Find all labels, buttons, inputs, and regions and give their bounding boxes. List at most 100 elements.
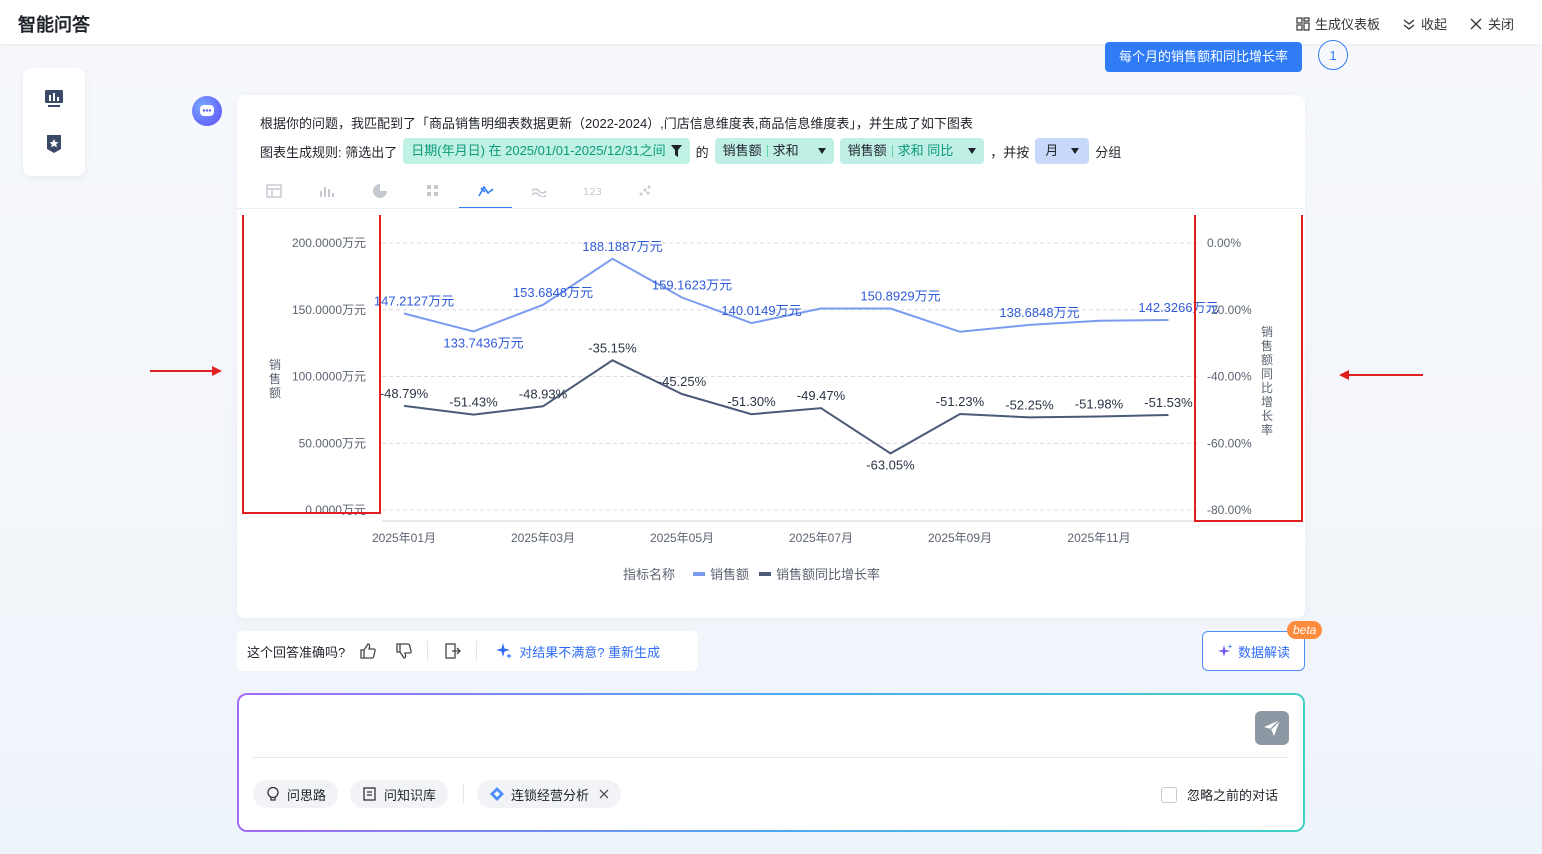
y-right-axis-title-char: 额 <box>1261 353 1273 367</box>
yoy-data-label: -48.93% <box>519 386 568 401</box>
data-interpret-label: 数据解读 <box>1237 644 1290 660</box>
y-left-tick-label: 150.0000万元 <box>292 303 366 317</box>
y-right-axis-title-char: 增 <box>1261 395 1273 409</box>
query-count-badge[interactable]: 1 <box>1318 40 1348 70</box>
y-left-tick-label: 100.0000万元 <box>292 370 366 384</box>
chart-rule-row: 图表生成规则: 筛选出了 日期(年月日) 在 2025/01/01-2025/1… <box>260 138 1121 164</box>
group-value: 月 <box>1045 143 1059 158</box>
y-right-axis-title-char: 比 <box>1261 381 1273 395</box>
group-suffix: 分组 <box>1095 144 1122 160</box>
measure-yoy-chip[interactable]: 销售额 求和 同比 <box>839 138 985 164</box>
answer-intro: 根据你的问题，我匹配到了「商品销售明细表数据更新（2022-2024）,门店信息… <box>260 116 973 131</box>
chain-analysis-label: 连锁经营分析 <box>511 787 590 803</box>
thumbs-up-icon[interactable] <box>359 642 377 660</box>
line-chart-icon <box>477 185 493 197</box>
sales-data-label: 159.1623万元 <box>652 278 732 293</box>
y-left-tick-label: 0.0000万元 <box>305 503 366 517</box>
feedback-question: 这个回答准确吗? <box>247 644 346 660</box>
chevron-down-icon <box>1071 148 1080 154</box>
x-tick-label: 2025年03月 <box>511 531 575 545</box>
tab-table[interactable] <box>247 175 300 207</box>
date-filter-label: 日期(年月日) 在 2025/01/01-2025/12/31之间 <box>411 143 666 158</box>
left-axis-highlight-box <box>242 215 381 514</box>
close-icon[interactable] <box>599 789 609 799</box>
measure-sum-chip[interactable]: 销售额 求和 <box>714 138 834 164</box>
send-icon <box>1264 719 1281 736</box>
close-button[interactable]: 关闭 <box>1469 14 1514 33</box>
area-chart-icon <box>530 188 547 197</box>
measure2-name: 销售额 <box>847 143 887 158</box>
ignore-history-label: 忽略之前的对话 <box>1187 788 1279 803</box>
y-left-tick-label: 200.0000万元 <box>292 236 366 250</box>
chain-analysis-pill[interactable]: 连锁经营分析 <box>477 780 622 808</box>
y-right-axis-title-char: 同 <box>1261 367 1273 381</box>
close-icon <box>1470 18 1482 29</box>
right-axis-highlight-box <box>1194 215 1303 522</box>
y-left-axis-title-char: 额 <box>269 386 281 400</box>
board-icon[interactable] <box>44 88 64 108</box>
legend-label-yoy: 销售额同比增长率 <box>776 567 880 582</box>
x-tick-label: 2025年01月 <box>372 531 436 545</box>
measure1-agg: 求和 <box>772 143 799 158</box>
tab-dot-grid[interactable] <box>406 175 459 207</box>
beta-badge: beta <box>1287 621 1323 639</box>
favorite-star-icon[interactable] <box>44 134 64 154</box>
sales-data-label: 133.7436万元 <box>443 335 523 350</box>
group-prefix: ，并按 <box>990 144 1030 160</box>
tab-area[interactable] <box>512 175 565 207</box>
feedback-divider <box>427 641 429 661</box>
number-card-icon: 123 <box>583 187 601 197</box>
rule-of: 的 <box>695 144 709 160</box>
bot-avatar <box>192 96 222 126</box>
svg-text:123: 123 <box>583 187 601 197</box>
answer-card: 根据你的问题，我匹配到了「商品销售明细表数据更新（2022-2024）,门店信息… <box>237 95 1305 618</box>
generate-dashboard-label: 生成仪表板 <box>1314 17 1380 32</box>
yoy-data-label: -51.53% <box>1144 395 1193 410</box>
generate-dashboard-button[interactable]: 生成仪表板 <box>1296 14 1380 33</box>
group-by-chip[interactable]: 月 <box>1035 138 1090 164</box>
pie-chart-icon <box>372 184 387 198</box>
scatter-icon <box>639 185 650 196</box>
input-divider <box>253 757 1289 758</box>
y-right-axis-title-char: 率 <box>1261 422 1273 437</box>
x-tick-label: 2025年11月 <box>1067 531 1130 545</box>
line-chart: 0.0000万元 50.0000万元 100.0000万元 150.0000万元 200… <box>242 215 1303 582</box>
sales-data-label: 188.1887万元 <box>582 239 662 254</box>
left-annotation-arrow <box>150 366 222 376</box>
sparkle-icon <box>496 643 513 659</box>
y-right-tick-label: -80.00% <box>1207 503 1252 517</box>
rule-prefix: 图表生成规则: 筛选出了 <box>260 144 398 160</box>
tab-scatter[interactable] <box>618 175 671 207</box>
y-right-tick-label: 0.00% <box>1207 236 1241 250</box>
ask-knowledge-label: 问知识库 <box>384 787 437 803</box>
user-query-bubble: 每个月的销售额和同比增长率 <box>1105 42 1303 72</box>
yoy-data-label: -52.25% <box>1005 397 1054 412</box>
tab-number[interactable]: 123 <box>565 175 618 207</box>
ask-approach-pill[interactable]: 问思路 <box>253 780 339 808</box>
yoy-data-label: -51.30% <box>727 394 776 409</box>
tab-line[interactable] <box>459 175 512 209</box>
ignore-history-checkbox[interactable] <box>1161 786 1177 803</box>
regenerate-link[interactable]: 对结果不满意? 重新生成 <box>495 642 660 661</box>
close-label: 关闭 <box>1487 17 1514 32</box>
sparkle-icon <box>1217 644 1233 657</box>
question-input[interactable] <box>253 705 1247 759</box>
regenerate-label: 对结果不满意? 重新生成 <box>519 644 661 660</box>
sales-data-label: 147.2127万元 <box>374 293 454 308</box>
ask-knowledge-pill[interactable]: 问知识库 <box>350 780 449 808</box>
chat-bot-icon <box>200 105 214 116</box>
tab-bar[interactable] <box>300 175 353 207</box>
send-button[interactable] <box>1255 711 1289 745</box>
date-filter-chip[interactable]: 日期(年月日) 在 2025/01/01-2025/12/31之间 <box>403 138 690 164</box>
measure1-name: 销售额 <box>722 143 762 158</box>
legend-title: 指标名称 <box>623 567 675 582</box>
y-left-axis-title-char: 售 <box>269 371 281 386</box>
collapse-button[interactable]: 收起 <box>1402 14 1447 33</box>
y-right-axis-title-char: 长 <box>1261 409 1273 423</box>
yoy-data-label: -35.15% <box>588 340 637 355</box>
thumbs-down-icon[interactable] <box>395 642 413 660</box>
tab-pie[interactable] <box>353 175 406 207</box>
export-icon[interactable] <box>444 642 462 660</box>
yoy-data-label: -51.98% <box>1075 396 1124 411</box>
sales-data-label: 150.8929万元 <box>860 289 940 304</box>
